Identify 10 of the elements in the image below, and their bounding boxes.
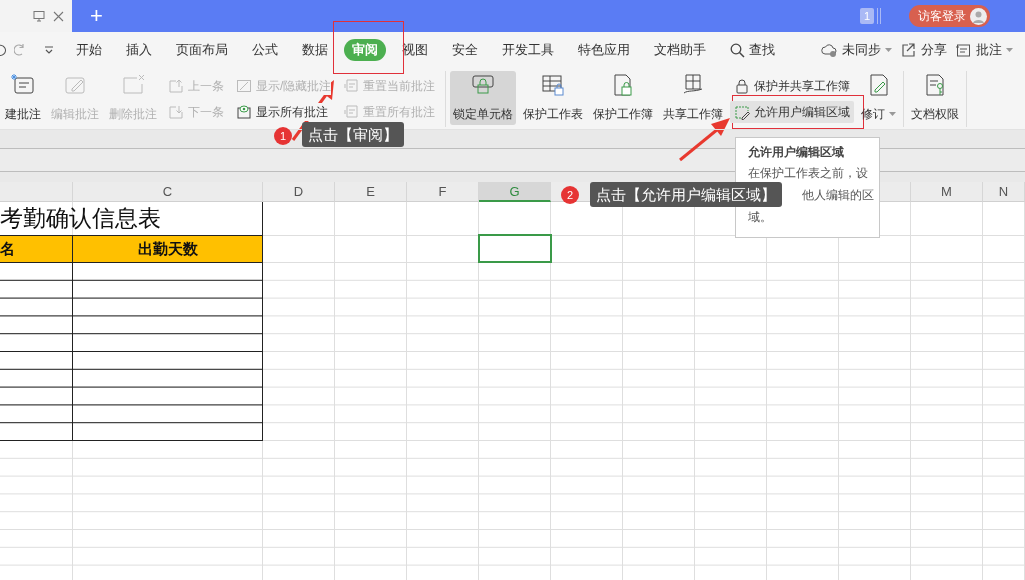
tooltip-text: 域。 bbox=[748, 209, 772, 225]
table-title: 考勤确认信息表 bbox=[0, 204, 162, 233]
step-badge: 1 bbox=[274, 127, 292, 145]
callout-tooltip: 点击【审阅】 bbox=[302, 122, 404, 147]
table-header-cell: 名 bbox=[0, 236, 72, 262]
callout-tooltip: 点击【允许用户编辑区域】 bbox=[590, 182, 782, 207]
tooltip-text: 在保护工作表之前，设 bbox=[748, 165, 868, 181]
tooltip-text: 他人编辑的区 bbox=[802, 187, 874, 203]
table-header-cell: 出勤天数 bbox=[73, 236, 262, 262]
tooltip-title: 允许用户编辑区域 bbox=[748, 144, 844, 160]
